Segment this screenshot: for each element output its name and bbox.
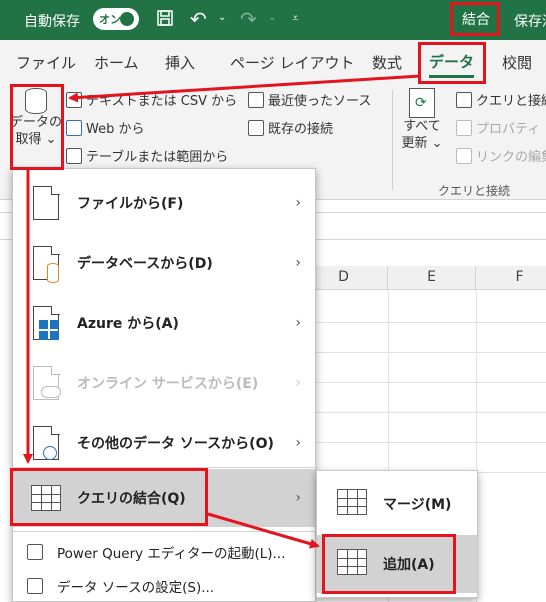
menu-item-label: その他のデータ ソースから(O) (77, 436, 274, 452)
gridline (300, 412, 546, 413)
table-icon (66, 147, 82, 164)
existing-connections-button[interactable]: 既存の接続 (248, 118, 333, 137)
merge-icon (337, 489, 367, 515)
node-icon (43, 446, 57, 460)
annotation-box-combine (450, 2, 500, 36)
from-table-label: テーブルまたは範囲から (86, 150, 229, 165)
properties-button[interactable]: プロパティ (456, 118, 540, 137)
refresh-all-label-1: すべて (403, 119, 441, 134)
toggle-knob (120, 12, 134, 26)
menu-item-from-online-services[interactable]: オンライン サービスから(E) › (13, 353, 315, 413)
data-source-settings-icon (27, 578, 43, 594)
power-query-icon (27, 544, 43, 560)
from-web-button[interactable]: Web から (66, 118, 144, 137)
recent-sources-button[interactable]: 最近使ったソース (248, 90, 371, 109)
menu-item-power-query-editor[interactable]: Power Query エディターの起動(L)... (13, 535, 315, 569)
edit-links-button[interactable]: リンクの編集 (456, 146, 546, 165)
queries-connections-button[interactable]: クエリと接続 (456, 90, 546, 109)
queries-icon (456, 91, 472, 108)
group-label-queries: クエリと接続 (438, 184, 511, 198)
group-separator (392, 90, 393, 190)
from-text-csv-button[interactable]: テキストまたは CSV から (66, 90, 237, 109)
column-header-f[interactable]: F (476, 266, 546, 290)
menu-item-label: Azure から(A) (77, 316, 179, 332)
undo-icon[interactable]: ↶ (190, 7, 207, 31)
tab-home[interactable]: ホーム (94, 52, 139, 73)
customize-qat-icon[interactable]: ⩡ (292, 11, 299, 26)
autosave-toggle[interactable]: オン (93, 8, 139, 30)
annotation-box-combine-queries (10, 468, 208, 526)
properties-label: プロパティ (476, 122, 541, 137)
from-text-csv-label: テキストまたは CSV から (86, 94, 238, 109)
menu-item-data-source-settings[interactable]: データ ソースの設定(S)... (13, 571, 315, 601)
menu-item-from-file[interactable]: ファイルから(F) › (13, 173, 315, 233)
edit-links-icon (456, 147, 472, 164)
tab-file[interactable]: ファイル (16, 52, 76, 73)
recent-sources-label: 最近使ったソース (268, 94, 372, 109)
refresh-all-button[interactable]: ⟳ すべて 更新 ⌄ (398, 88, 446, 152)
database-icon (47, 263, 59, 283)
web-icon (66, 119, 82, 136)
gridline (300, 382, 546, 383)
save-icon[interactable] (156, 9, 174, 31)
autosave-label: 自動保存 (24, 14, 80, 30)
merge-label: マージ(M) (383, 497, 452, 513)
properties-icon (456, 119, 472, 136)
recent-sources-icon (248, 91, 264, 108)
chevron-down-icon: ⌄ (431, 136, 443, 151)
existing-connections-label: 既存の接続 (268, 122, 334, 137)
from-table-button[interactable]: テーブルまたは範囲から (66, 146, 228, 165)
power-query-label: Power Query エディターの起動(L)... (57, 546, 286, 562)
submenu-item-merge[interactable]: マージ(M) (317, 475, 477, 533)
chevron-right-icon: › (295, 255, 301, 271)
chevron-right-icon: › (295, 435, 301, 451)
annotation-box-get-data (10, 84, 64, 170)
menu-item-label: データベースから(D) (77, 256, 213, 272)
queries-connections-label: クエリと接続 (476, 94, 546, 109)
menu-item-from-database[interactable]: データベースから(D) › (13, 233, 315, 293)
toggle-label: オン (99, 13, 121, 26)
redo-dropdown-icon[interactable]: ⌄ (268, 12, 276, 23)
data-source-settings-label: データ ソースの設定(S)... (57, 580, 215, 596)
save-status: 保存済 (514, 14, 546, 30)
chevron-right-icon: › (295, 315, 301, 331)
get-data-menu: ファイルから(F) › データベースから(D) › Azure から(A) › … (12, 168, 316, 602)
refresh-all-label-2: 更新 (401, 136, 428, 151)
redo-icon[interactable]: ↷ (240, 7, 257, 31)
column-header-e[interactable]: E (388, 266, 476, 290)
text-file-icon (66, 91, 82, 108)
azure-icon (39, 320, 59, 340)
cloud-icon (41, 386, 61, 398)
menu-item-from-azure[interactable]: Azure から(A) › (13, 293, 315, 353)
menu-item-label: ファイルから(F) (77, 196, 184, 212)
annotation-box-append (322, 534, 456, 594)
tab-insert[interactable]: 挿入 (165, 52, 195, 73)
tab-review[interactable]: 校閲 (502, 52, 532, 73)
annotation-box-data-tab (418, 42, 486, 84)
refresh-icon: ⟳ (409, 88, 435, 118)
chevron-right-icon: › (295, 375, 301, 391)
gridline (300, 442, 546, 443)
chevron-right-icon: › (295, 195, 301, 211)
chevron-right-icon: › (295, 490, 301, 506)
tab-page-layout[interactable]: ページ レイアウト (230, 52, 354, 73)
file-icon (33, 185, 60, 220)
undo-dropdown-icon[interactable]: ⌄ (218, 12, 226, 23)
edit-links-label: リンクの編集 (476, 150, 546, 165)
tab-formulas[interactable]: 数式 (372, 52, 402, 73)
connections-icon (248, 119, 264, 136)
gridline (300, 352, 546, 353)
from-web-label: Web から (86, 122, 145, 137)
menu-item-label: オンライン サービスから(E) (77, 376, 259, 392)
menu-separator (13, 531, 315, 532)
menu-item-from-other-sources[interactable]: その他のデータ ソースから(O) › (13, 413, 315, 473)
gridline (300, 322, 546, 323)
